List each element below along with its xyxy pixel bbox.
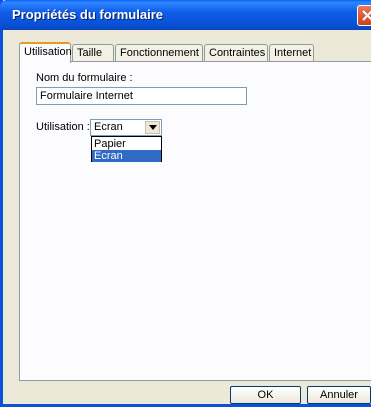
tab-taille[interactable]: Taille [72,44,114,61]
cancel-button[interactable]: Annuler [307,386,371,404]
usage-option-ecran[interactable]: Ecran [92,150,161,162]
tab-fonctionnement[interactable]: Fonctionnement [115,44,203,61]
title-bar[interactable]: Propriétés du formulaire [0,0,371,30]
ok-button[interactable]: OK [230,386,301,404]
form-name-field[interactable]: Formulaire Internet [36,87,247,105]
close-icon [362,10,371,21]
form-name-label: Nom du formulaire : [36,72,133,84]
usage-label: Utilisation : [36,121,90,133]
dialog-window: Propriétés du formulaire Utilisation Tai… [0,0,371,407]
tab-panel [19,61,371,381]
usage-option-papier[interactable]: Papier [92,138,161,150]
usage-dropdown-list: Papier Ecran [91,136,162,162]
dropdown-button[interactable] [145,121,160,134]
window-title: Propriétés du formulaire [12,7,163,22]
tab-utilisation[interactable]: Utilisation [19,42,72,63]
close-button[interactable] [357,5,371,26]
tab-contraintes[interactable]: Contraintes [204,44,268,61]
usage-select[interactable]: Ecran [90,119,162,136]
usage-select-value: Ecran [94,121,123,133]
chevron-down-icon [149,125,157,130]
tab-internet[interactable]: Internet [269,44,314,61]
